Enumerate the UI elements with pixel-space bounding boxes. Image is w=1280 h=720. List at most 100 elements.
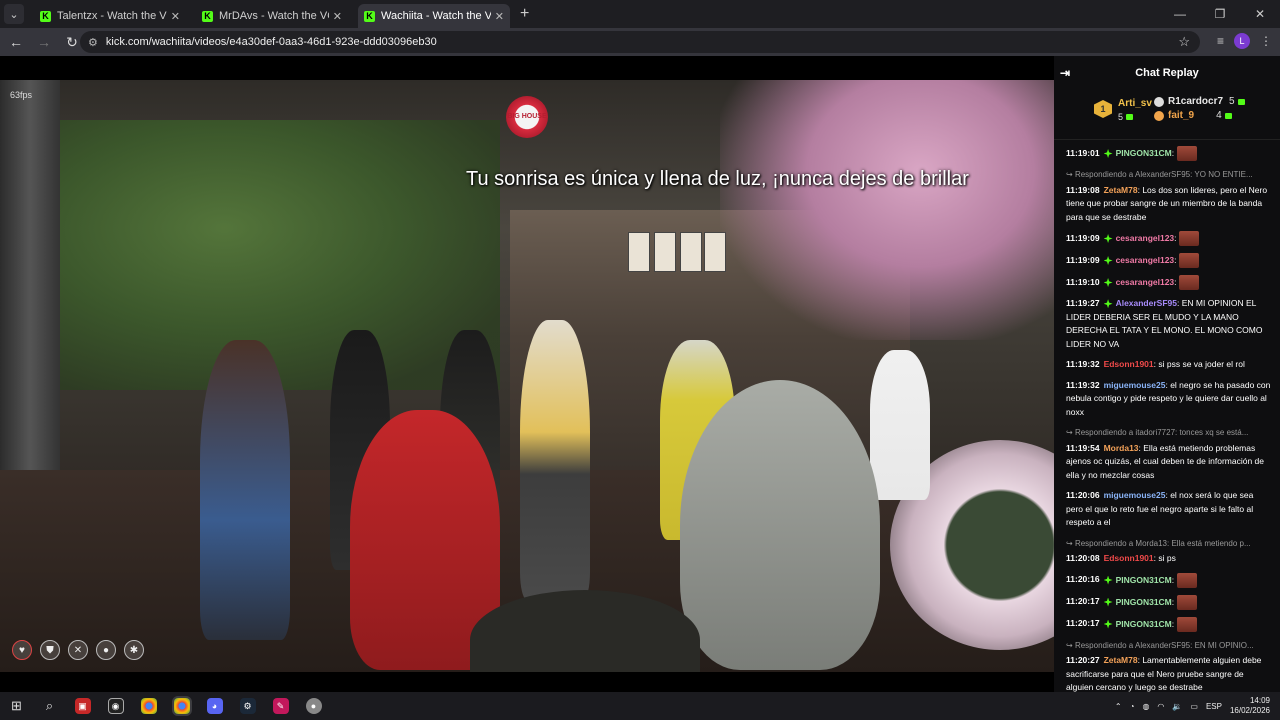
address-bar[interactable]: ⚙ kick.com/wachiita/videos/e4a30def-0aa3… [80,31,1200,53]
site-info-icon[interactable]: ⚙ [88,36,98,49]
chat-message[interactable]: 11:20:17 PINGON31CM: [1066,594,1272,610]
hunger-icon: ✕ [68,640,88,660]
armor-icon: ⛊ [40,640,60,660]
message-username[interactable]: Edsonn1901 [1104,553,1154,563]
search-icon[interactable]: ⌕ [33,692,66,720]
message-timestamp: 11:20:16 [1066,574,1100,585]
taskbar-app-pink[interactable]: ✎ [264,692,297,720]
message-username[interactable]: PINGON31CM [1116,596,1172,606]
gifter-count: 5 [1229,96,1235,107]
message-timestamp: 11:19:27 [1066,298,1100,308]
back-icon[interactable]: ← [4,34,28,50]
message-username[interactable]: cesarangel123 [1116,255,1175,265]
taskbar-app-grey[interactable]: ● [297,692,330,720]
browser-tab-1[interactable]: K Talentzx - Watch the VOD on Ki ✕ [34,4,186,28]
discord-icon: ◕ [206,698,223,714]
menu-icon[interactable]: ⋮ [1260,34,1272,48]
message-username[interactable]: Morda13 [1104,443,1139,453]
taskbar-steam[interactable]: ⚙ [231,692,264,720]
big-house-logo: BIG HOUSE [506,96,548,138]
tab-title: Wachiita - Watch the VOD [381,10,491,22]
battery-icon[interactable]: ▭ [1190,702,1198,711]
collapse-chat-icon[interactable]: ⇥ [1060,66,1070,80]
close-window-icon[interactable]: ✕ [1240,0,1280,28]
message-username[interactable]: Edsonn1901 [1104,359,1154,369]
subscriber-badge-icon [1103,299,1113,309]
message-username[interactable]: PINGON31CM [1116,148,1172,158]
tab-search-button[interactable]: ⌄ [4,4,24,24]
taskbar-discord[interactable]: ◕ [198,692,231,720]
volume-icon[interactable]: 🔉 [1172,702,1182,711]
close-tab-icon[interactable]: ✕ [171,10,180,23]
reply-context[interactable]: ↪ Respondiendo a Morda13: Ella está meti… [1066,537,1272,551]
gifter-first[interactable]: 1 Arti_sv 5 [1094,98,1152,122]
reply-context[interactable]: ↪ Respondiendo a AlexanderSF95: YO NO EN… [1066,168,1272,182]
message-username[interactable]: ZetaM78 [1104,655,1138,665]
message-username[interactable]: cesarangel123 [1116,277,1175,287]
video-player[interactable]: 63fps BIG HOUSE Tu sonrisa es única y ll… [0,56,1054,692]
gifter-third[interactable]: fait_9 4 [1154,110,1280,121]
browser-tab-3[interactable]: K Wachiita - Watch the VOD ✕ [358,4,510,28]
message-timestamp: 11:19:08 [1066,184,1100,195]
chat-message[interactable]: ↪ Respondiendo a itadori7727: tonces xq … [1066,426,1272,482]
message-timestamp: 11:20:17 [1066,618,1100,629]
chat-message[interactable]: 11:19:27 AlexanderSF95: EN MI OPINION EL … [1066,297,1272,351]
chat-message[interactable]: 11:20:06 miguemouse25: el nox será lo que… [1066,489,1272,530]
reply-text: Respondiendo a AlexanderSF95: YO NO ENTI… [1074,170,1253,179]
tab-title: MrDAvs - Watch the VOD on Ki [219,10,329,22]
chat-message[interactable]: 11:19:09 cesarangel123: [1066,253,1272,268]
new-tab-button[interactable]: + [520,5,529,23]
chat-message[interactable]: 11:20:16 PINGON31CM: [1066,572,1272,588]
taskbar-chrome-active[interactable] [165,692,198,720]
browser-toolbar: ← → ↻ ⚙ kick.com/wachiita/videos/e4a30de… [0,28,1280,56]
network-icon[interactable]: ◔ [1130,702,1135,711]
message-username[interactable]: PINGON31CM [1116,574,1172,584]
reading-list-icon[interactable]: ≡ [1217,34,1224,48]
message-username[interactable]: cesarangel123 [1116,233,1175,243]
chat-message[interactable]: 11:20:17 PINGON31CM: [1066,616,1272,632]
window-controls: — ❐ ✕ [1160,0,1280,28]
bookmark-star-icon[interactable]: ☆ [1178,34,1190,50]
message-username[interactable]: PINGON31CM [1116,618,1172,628]
forward-icon[interactable]: → [32,34,56,50]
close-tab-icon[interactable]: ✕ [495,10,504,23]
gifter-second[interactable]: R1cardocr7 5 [1154,96,1280,107]
browser-tab-2[interactable]: K MrDAvs - Watch the VOD on Ki ✕ [196,4,348,28]
language-indicator[interactable]: ESP [1206,702,1222,711]
reply-context[interactable]: ↪ Respondiendo a itadori7727: tonces xq … [1066,426,1272,440]
chat-message[interactable]: 11:19:01 PINGON31CM: [1066,146,1272,161]
chat-message[interactable]: 11:19:10 cesarangel123: [1066,275,1272,290]
gold-medal-icon: 1 [1094,100,1112,118]
taskbar-app-media[interactable]: ◉ [99,692,132,720]
chat-message[interactable]: ↪ Respondiendo a Morda13: Ella está meti… [1066,537,1272,566]
reply-text: Respondiendo a Morda13: Ella está metien… [1074,538,1251,548]
close-tab-icon[interactable]: ✕ [333,10,342,23]
profile-avatar[interactable]: L [1234,33,1250,49]
message-username[interactable]: AlexanderSF95 [1116,298,1177,308]
taskbar-chrome[interactable] [132,692,165,720]
chat-message[interactable]: 11:19:32 miguemouse25: el negro se ha pas… [1066,379,1272,420]
chat-message[interactable]: ↪ Respondiendo a AlexanderSF95: YO NO EN… [1066,168,1272,224]
chrome-icon [171,696,192,716]
chat-message[interactable]: 11:19:09 cesarangel123: [1066,231,1272,246]
system-tray: ⌃ ◔ ◍ ◠ 🔉 ▭ ESP 14:09 16/02/2026 [1115,692,1270,720]
message-username[interactable]: ZetaM78 [1104,185,1138,195]
windows-start-icon[interactable]: ⊞ [0,692,33,720]
chat-message[interactable]: ↪ Respondiendo a AlexanderSF95: EN MI OP… [1066,639,1272,693]
steam-tray-icon[interactable]: ◍ [1142,702,1149,711]
message-username[interactable]: miguemouse25 [1104,380,1166,390]
wifi-icon[interactable]: ◠ [1157,702,1164,711]
silver-medal-icon [1154,96,1164,107]
chat-messages: 11:19:01 PINGON31CM: ↪ Respondiendo a Ale… [1054,140,1280,692]
show-hidden-icons-icon[interactable]: ⌃ [1115,702,1122,711]
taskbar-app-red[interactable]: ▣ [66,692,99,720]
chat-message[interactable]: 11:19:32 Edsonn1901: si pss se va joder e… [1066,358,1272,372]
message-username[interactable]: miguemouse25 [1104,490,1166,500]
kick-favicon-icon: K [202,10,213,22]
clock[interactable]: 14:09 16/02/2026 [1230,696,1270,716]
minimize-icon[interactable]: — [1160,0,1200,28]
maximize-icon[interactable]: ❐ [1200,0,1240,28]
reply-context[interactable]: ↪ Respondiendo a AlexanderSF95: EN MI OP… [1066,639,1272,653]
subscriber-badge-icon [1103,234,1113,243]
subscriber-badge-icon [1103,575,1113,585]
